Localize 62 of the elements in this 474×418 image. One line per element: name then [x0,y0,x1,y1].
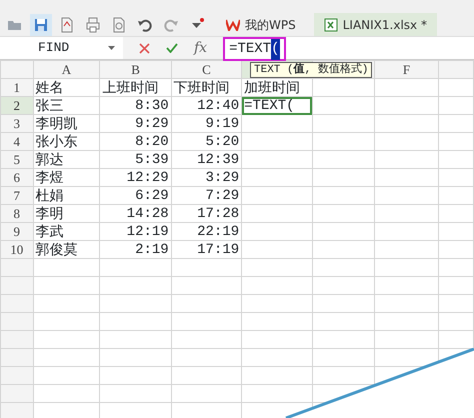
row-header[interactable]: 6 [0,168,34,186]
table-cell: 9:29 [100,114,172,132]
tab[interactable]: 我的WPS [216,13,306,36]
table-cell: 上班时间 [100,78,172,96]
row-header[interactable]: 8 [0,204,34,222]
table-cell: 5:20 [171,132,242,150]
table-cell: 9:19 [171,114,242,132]
table-cell: 李煜 [33,168,100,186]
row-header[interactable]: 3 [0,114,34,132]
table-cell: 6:29 [100,186,172,204]
table-cell: 8:20 [100,132,172,150]
row-header[interactable]: 5 [0,150,34,168]
table-cell: 李明凯 [33,114,100,132]
table-cell: 张三 [33,96,100,114]
dropdown-icon[interactable] [108,46,115,50]
table-cell: 张小东 [33,132,100,150]
row-header[interactable]: 9 [0,222,34,240]
magnifier-page-icon [111,16,127,32]
table-cell: 姓名 [33,78,100,96]
save-icon [33,16,49,32]
tab[interactable]: LIANIX1.xlsx * [314,13,437,36]
corner-cell[interactable] [0,60,34,78]
column-header[interactable]: F [374,60,438,78]
row-header[interactable]: 7 [0,186,34,204]
table-cell: 12:40 [171,96,242,114]
table-cell: 17:28 [171,204,242,222]
row-header[interactable]: 1 [0,78,34,96]
function-tooltip: TEXT (值, 数值格式) [250,62,372,78]
spreadsheet-file-icon [324,18,338,32]
formula-field[interactable]: =TEXT( [223,37,286,61]
table-cell: 杜娟 [33,186,100,204]
column-header[interactable]: B [100,60,172,78]
table-cell: 12:19 [100,222,172,240]
table-cell: 李武 [33,222,100,240]
table-cell: 李明 [33,204,100,222]
table-cell: 12:29 [100,168,172,186]
row-header[interactable]: 10 [0,240,34,258]
active-cell[interactable]: =TEXT( [242,96,312,114]
table-cell: 下班时间 [171,78,242,96]
table-cell: 7:29 [171,186,242,204]
printer-icon [85,16,101,32]
document-icon [59,16,75,32]
column-header[interactable]: C [171,60,242,78]
cancel-icon[interactable] [139,42,150,54]
w-logo-icon [226,18,240,30]
row-header[interactable]: 2 [0,96,34,114]
save-button[interactable] [30,14,52,36]
table-cell: 14:28 [100,204,172,222]
table-cell: 郭达 [33,150,100,168]
table-cell: 3:29 [171,168,242,186]
table-cell: 2:19 [100,240,172,258]
table-cell: 8:30 [100,96,172,114]
function-button[interactable]: fx [194,38,208,58]
column-header[interactable]: A [33,60,100,78]
row-header[interactable]: 4 [0,132,34,150]
table-cell: 郭俊莫 [33,240,100,258]
table-cell: 5:39 [100,150,172,168]
table-cell: 22:19 [171,222,242,240]
check-icon[interactable] [166,43,178,53]
name-box[interactable]: FIND [0,37,123,59]
table-cell: 12:39 [171,150,242,168]
table-cell: 17:19 [171,240,242,258]
